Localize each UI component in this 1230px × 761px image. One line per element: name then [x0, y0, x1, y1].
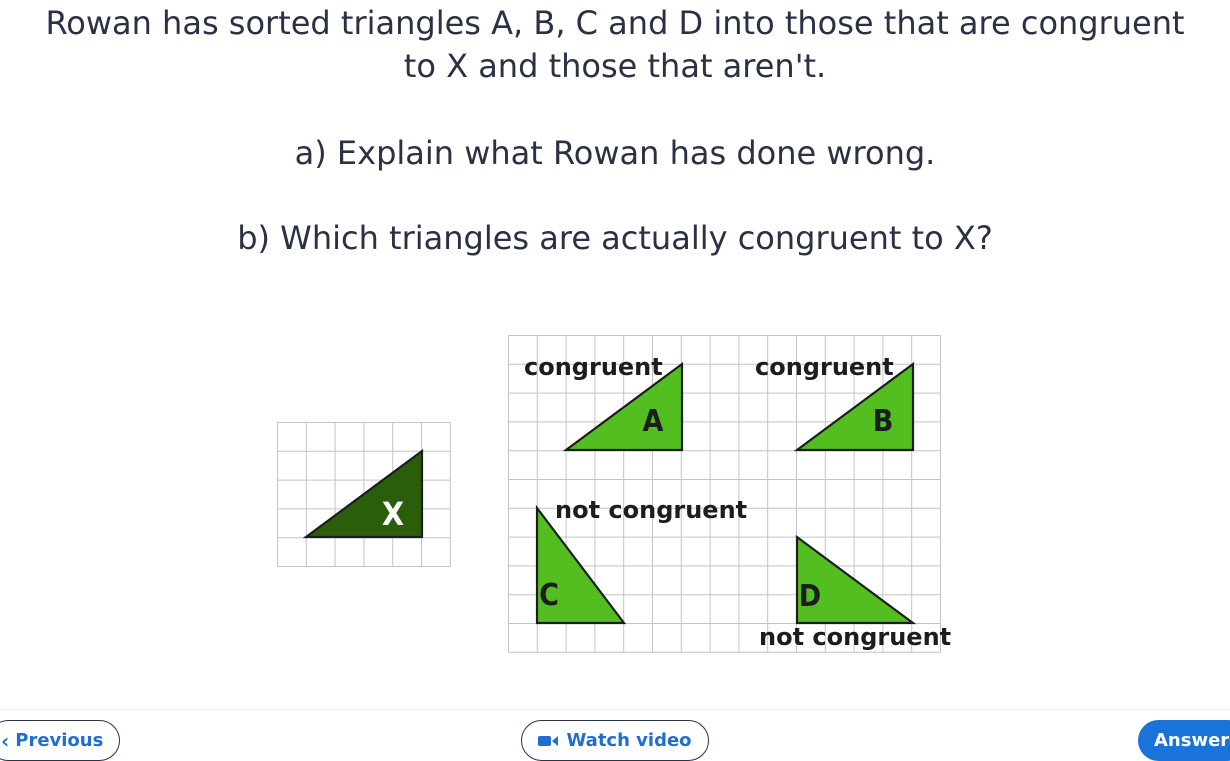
- triangle-c-label: C: [539, 578, 559, 613]
- triangle-x-label: X: [382, 495, 404, 533]
- answer-button[interactable]: Answer: [1138, 720, 1230, 761]
- watch-video-button-label: Watch video: [566, 730, 692, 751]
- previous-button-label: Previous: [15, 730, 104, 751]
- footer-divider: [0, 709, 1230, 710]
- previous-button[interactable]: ‹ Previous: [0, 720, 120, 761]
- congruence-figure: X A congruent B congruent C not congruen…: [277, 335, 951, 653]
- triangle-d-label: D: [799, 579, 821, 614]
- video-camera-icon: [538, 735, 559, 746]
- triangle-b-label: B: [873, 404, 894, 439]
- triangle-c-sort-label: not congruent: [555, 496, 747, 524]
- triangle-d-sort-label: not congruent: [759, 623, 951, 651]
- triangle-a-sort-label: congruent: [524, 353, 663, 381]
- watch-video-button[interactable]: Watch video: [521, 720, 709, 761]
- triangle-d: D: [795, 534, 917, 625]
- triangle-b-sort-label: congruent: [755, 353, 894, 381]
- chevron-left-icon: ‹: [1, 728, 10, 753]
- triangle-a-label: A: [643, 404, 664, 439]
- answer-button-label: Answer: [1154, 730, 1230, 751]
